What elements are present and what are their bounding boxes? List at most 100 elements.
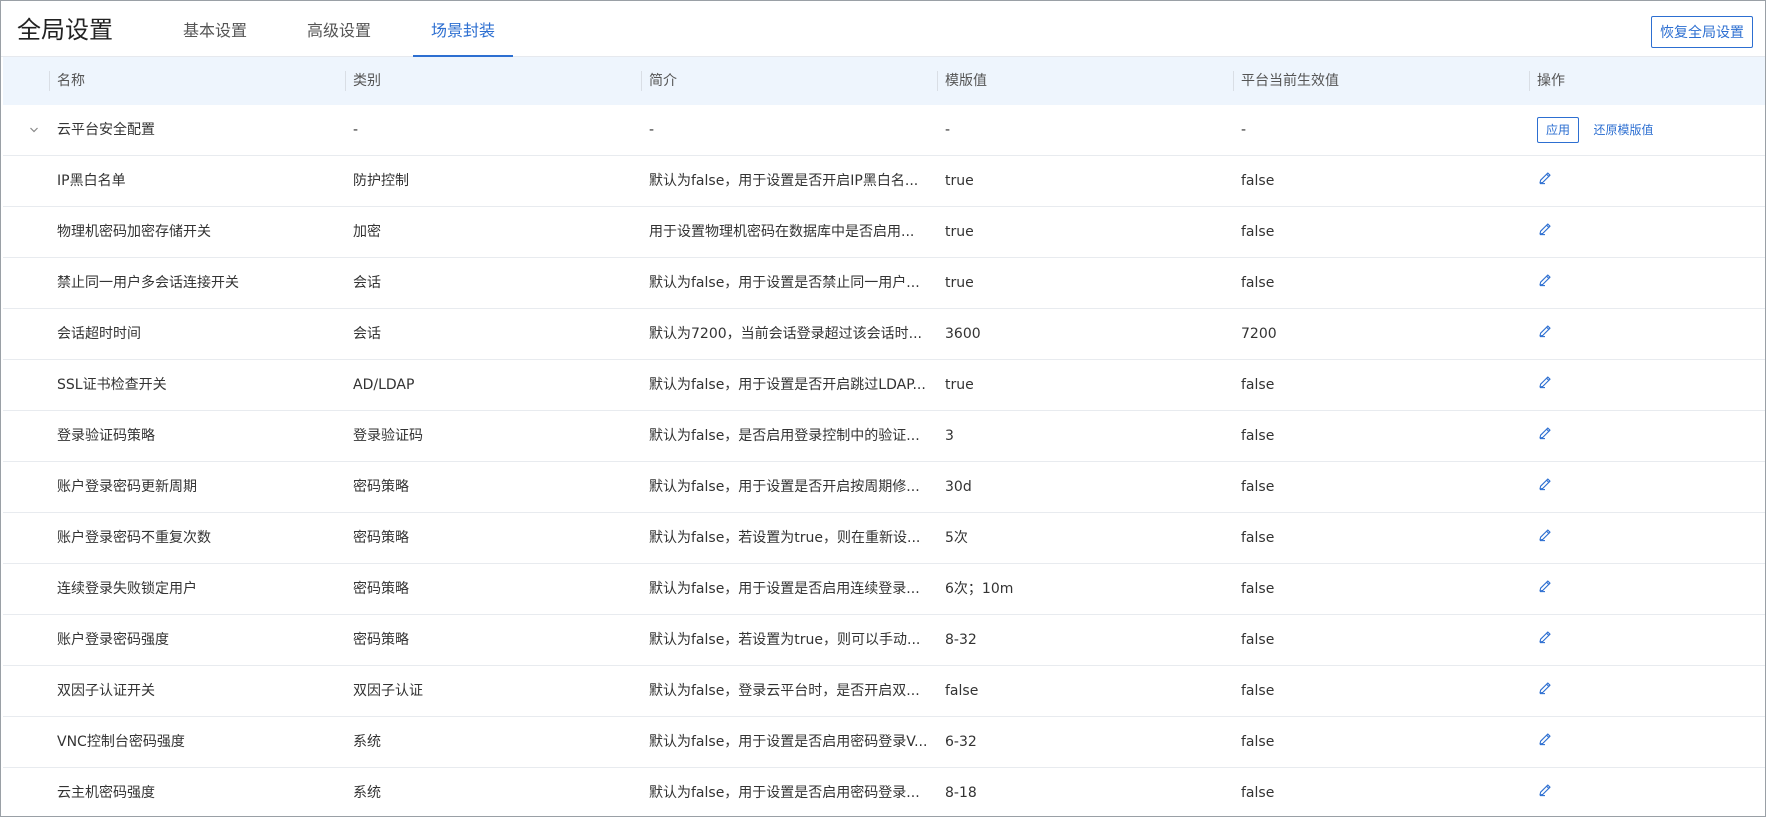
row-actions: [1529, 615, 1765, 665]
column-header-category: 类别: [345, 57, 641, 105]
row-name: IP黑白名单: [57, 173, 126, 189]
chevron-down-icon[interactable]: [29, 125, 39, 135]
edit-pencil-icon[interactable]: [1537, 170, 1553, 186]
row-current-value: false: [1241, 173, 1275, 189]
row-name: 登录验证码策略: [57, 428, 155, 444]
row-category: 密码策略: [353, 479, 409, 495]
row-category: 防护控制: [353, 173, 409, 189]
row-current-value: false: [1241, 479, 1275, 495]
table-row: SSL证书检查开关 AD/LDAP 默认为false，用于设置是否开启跳过LDA…: [3, 360, 1765, 411]
edit-pencil-icon[interactable]: [1537, 374, 1553, 390]
edit-pencil-icon[interactable]: [1537, 731, 1553, 747]
settings-table: 名称 类别 简介 模版值 平台当前生效值 操作 云平台安全配置 - - - - …: [3, 57, 1765, 816]
group-name: 云平台安全配置: [57, 122, 155, 138]
row-actions: [1529, 462, 1765, 512]
global-settings-panel: 全局设置 基本设置 高级设置 场景封装 恢复全局设置 名称 类别 简介 模版值 …: [0, 0, 1766, 817]
row-template-value: 30d: [945, 479, 972, 495]
column-header-name: 名称: [49, 57, 345, 105]
restore-global-settings-button[interactable]: 恢复全局设置: [1651, 16, 1753, 48]
page-header: 全局设置 基本设置 高级设置 场景封装 恢复全局设置: [1, 1, 1765, 57]
row-actions: [1529, 717, 1765, 767]
table-header: 名称 类别 简介 模版值 平台当前生效值 操作: [3, 57, 1765, 105]
row-category: 密码策略: [353, 581, 409, 597]
row-summary: 默认为false，用于设置是否禁止同一用户...: [649, 275, 920, 291]
row-current-value: false: [1241, 275, 1275, 291]
row-template-value: true: [945, 224, 974, 240]
row-category: 系统: [353, 734, 381, 750]
row-template-value: 8-32: [945, 632, 977, 648]
table-row: IP黑白名单 防护控制 默认为false，用于设置是否开启IP黑白名... tr…: [3, 156, 1765, 207]
row-template-value: 5次: [945, 530, 968, 546]
expand-toggle[interactable]: [3, 105, 49, 155]
row-name: SSL证书检查开关: [57, 377, 167, 393]
row-category: 密码策略: [353, 632, 409, 648]
row-category: AD/LDAP: [353, 377, 415, 393]
row-summary: 默认为false，若设置为true，则在重新设...: [649, 530, 921, 546]
edit-pencil-icon[interactable]: [1537, 323, 1553, 339]
group-category: -: [353, 122, 359, 138]
row-summary: 默认为false，用于设置是否启用密码登录...: [649, 785, 920, 801]
edit-pencil-icon[interactable]: [1537, 476, 1553, 492]
table-row: 会话超时时间 会话 默认为7200，当前会话登录超过该会话时... 3600 7…: [3, 309, 1765, 360]
table-row: 账户登录密码不重复次数 密码策略 默认为false，若设置为true，则在重新设…: [3, 513, 1765, 564]
row-summary: 默认为false，用于设置是否开启跳过LDAP...: [649, 377, 926, 393]
row-template-value: 8-18: [945, 785, 977, 801]
tab-basic-settings[interactable]: 基本设置: [165, 1, 265, 56]
row-name: 物理机密码加密存储开关: [57, 224, 211, 240]
edit-pencil-icon[interactable]: [1537, 782, 1553, 798]
row-name: 账户登录密码不重复次数: [57, 530, 211, 546]
row-current-value: false: [1241, 530, 1275, 546]
tab-bar: 基本设置 高级设置 场景封装: [165, 1, 537, 57]
row-current-value: false: [1241, 377, 1275, 393]
table-row: 账户登录密码强度 密码策略 默认为false，若设置为true，则可以手动...…: [3, 615, 1765, 666]
table-body: IP黑白名单 防护控制 默认为false，用于设置是否开启IP黑白名... tr…: [3, 156, 1765, 816]
row-summary: 默认为7200，当前会话登录超过该会话时...: [649, 326, 922, 342]
row-template-value: false: [945, 683, 979, 699]
row-category: 系统: [353, 785, 381, 801]
row-actions: [1529, 258, 1765, 308]
row-current-value: false: [1241, 683, 1275, 699]
row-template-value: 3: [945, 428, 954, 444]
table-row: VNC控制台密码强度 系统 默认为false，用于设置是否启用密码登录V... …: [3, 717, 1765, 768]
row-actions: [1529, 513, 1765, 563]
column-header-current-value: 平台当前生效值: [1233, 57, 1529, 105]
row-template-value: true: [945, 275, 974, 291]
column-header-template-value: 模版值: [937, 57, 1233, 105]
restore-template-link[interactable]: 还原模版值: [1593, 105, 1653, 155]
table-row: 登录验证码策略 登录验证码 默认为false，是否启用登录控制中的验证... 3…: [3, 411, 1765, 462]
row-current-value: false: [1241, 224, 1275, 240]
edit-pencil-icon[interactable]: [1537, 527, 1553, 543]
row-category: 双因子认证: [353, 683, 423, 699]
row-name: VNC控制台密码强度: [57, 734, 185, 750]
row-current-value: false: [1241, 428, 1275, 444]
edit-pencil-icon[interactable]: [1537, 272, 1553, 288]
row-summary: 默认为false，登录云平台时，是否开启双...: [649, 683, 920, 699]
table-row: 禁止同一用户多会话连接开关 会话 默认为false，用于设置是否禁止同一用户..…: [3, 258, 1765, 309]
edit-pencil-icon[interactable]: [1537, 680, 1553, 696]
group-summary: -: [649, 122, 655, 138]
edit-pencil-icon[interactable]: [1537, 629, 1553, 645]
row-name: 会话超时时间: [57, 326, 141, 342]
row-summary: 默认为false，若设置为true，则可以手动...: [649, 632, 921, 648]
row-category: 密码策略: [353, 530, 409, 546]
row-name: 云主机密码强度: [57, 785, 155, 801]
row-current-value: false: [1241, 734, 1275, 750]
edit-pencil-icon[interactable]: [1537, 425, 1553, 441]
table-row: 物理机密码加密存储开关 加密 用于设置物理机密码在数据库中是否启用... tru…: [3, 207, 1765, 258]
table-row: 账户登录密码更新周期 密码策略 默认为false，用于设置是否开启按周期修...…: [3, 462, 1765, 513]
row-name: 双因子认证开关: [57, 683, 155, 699]
group-template-value: -: [945, 122, 951, 138]
row-current-value: false: [1241, 785, 1275, 801]
row-current-value: 7200: [1241, 326, 1277, 342]
row-template-value: 3600: [945, 326, 981, 342]
tab-advanced-settings[interactable]: 高级设置: [289, 1, 389, 56]
row-name: 账户登录密码强度: [57, 632, 169, 648]
edit-pencil-icon[interactable]: [1537, 578, 1553, 594]
row-actions: [1529, 156, 1765, 206]
tab-scene-package[interactable]: 场景封装: [413, 1, 514, 57]
group-row: 云平台安全配置 - - - - 应用 还原模版值: [3, 105, 1765, 156]
edit-pencil-icon[interactable]: [1537, 221, 1553, 237]
row-summary: 默认为false，是否启用登录控制中的验证...: [649, 428, 920, 444]
row-template-value: 6-32: [945, 734, 977, 750]
apply-button[interactable]: 应用: [1537, 117, 1580, 143]
